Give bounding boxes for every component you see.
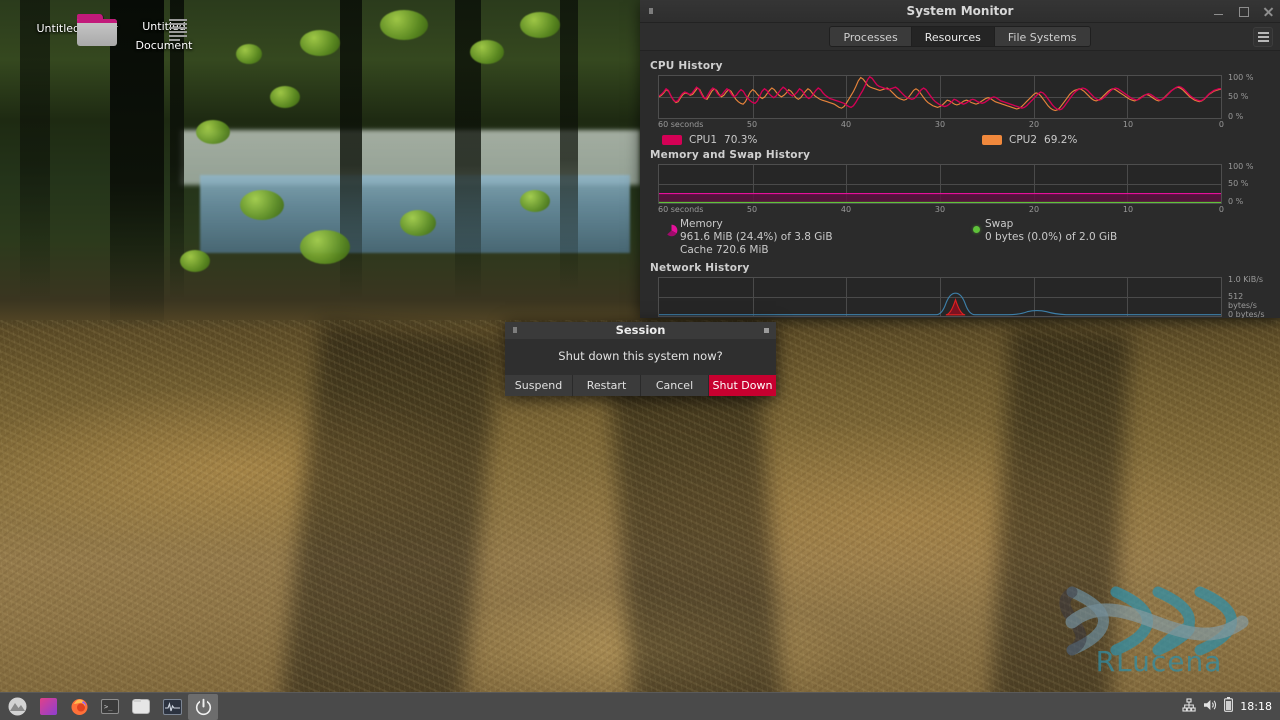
cpu-graph-wrap: 100 % 50 % 0 % (648, 73, 1270, 121)
wallpaper-leaf (270, 86, 300, 108)
session-dialog[interactable]: Session Shut down this system now? Suspe… (505, 322, 776, 396)
session-dialog-title: Session (615, 323, 666, 337)
close-icon[interactable] (1263, 6, 1274, 17)
wallpaper-leaf (300, 230, 350, 264)
memory-history-title: Memory and Swap History (650, 149, 811, 161)
suspend-button[interactable]: Suspend (505, 375, 573, 396)
wallpaper-leaf (400, 210, 436, 236)
cpu-x-axis: 60 seconds 50 40 30 20 10 0 (658, 120, 1224, 129)
cpu2-value: 69.2% (1044, 134, 1078, 146)
hamburger-menu-icon[interactable] (1253, 27, 1273, 47)
cpu1-legend-item[interactable]: CPU1 70.3% (662, 134, 982, 146)
window-toolbar: Processes Resources File Systems (640, 23, 1280, 51)
memory-pie-icon (662, 218, 680, 237)
cpu-history-graph (658, 75, 1222, 119)
cpu2-color-swatch (982, 135, 1002, 145)
memory-graph-wrap: 100 % 50 % 0 % (648, 162, 1270, 206)
wallpaper-leaf (470, 40, 504, 64)
cpu1-value: 70.3% (724, 134, 758, 146)
firefox-icon[interactable] (64, 694, 94, 720)
dialog-menu-icon[interactable] (513, 327, 517, 333)
memory-x-axis: 60 seconds 50 40 30 20 10 0 (658, 205, 1224, 214)
taskbar-tray: 18:18 (1182, 697, 1280, 716)
window-title: System Monitor (906, 4, 1014, 18)
memory-legend: Memory 961.6 MiB (24.4%) of 3.8 GiB Cach… (662, 218, 1270, 257)
cpu-history-title: CPU History (650, 60, 723, 72)
wallpaper-leaf (300, 30, 340, 56)
swap-legend-item[interactable]: Swap 0 bytes (0.0%) of 2.0 GiB (967, 218, 1117, 257)
wallpaper-leaf (520, 190, 550, 212)
cpu2-label: CPU2 (1009, 134, 1038, 146)
memory-label: Memory (680, 218, 723, 230)
workspace-switcher-icon[interactable] (33, 694, 63, 720)
battery-icon[interactable] (1224, 697, 1234, 716)
wallpaper-leaf (520, 12, 560, 38)
shut-down-button[interactable]: Shut Down (709, 375, 776, 396)
network-history-graph (658, 277, 1222, 317)
maximize-icon[interactable] (1238, 6, 1249, 17)
wallpaper-leaf (180, 250, 210, 272)
taskbar: >_ 18:18 (0, 692, 1280, 720)
memory-usage: 961.6 MiB (24.4%) of 3.8 GiB (680, 231, 833, 243)
cpu-plot (659, 76, 1221, 112)
network-graph-wrap: 1.0 KiB/s 512 bytes/s 0 bytes/s (648, 275, 1270, 318)
swap-dot-icon (967, 218, 985, 233)
resources-panel: CPU History 100 % 50 % 0 % 60 seconds 50 (640, 51, 1280, 318)
network-x-axis: 60 seconds 50 40 30 20 10 0 (658, 317, 1222, 318)
wallpaper-leaf (196, 120, 230, 144)
swap-usage: 0 bytes (0.0%) of 2.0 GiB (985, 231, 1118, 243)
memory-history-graph (658, 164, 1222, 204)
wallpaper-leaf (380, 10, 428, 40)
taskbar-launchers: >_ (0, 693, 219, 720)
system-monitor-icon[interactable] (157, 694, 187, 720)
memory-plot (659, 192, 1221, 203)
cancel-button[interactable]: Cancel (641, 375, 709, 396)
cpu-legend: CPU1 70.3% CPU2 69.2% (662, 134, 1270, 146)
taskbar-clock[interactable]: 18:18 (1240, 700, 1272, 713)
wallpaper-trunk (560, 0, 578, 290)
tab-resources[interactable]: Resources (911, 27, 995, 46)
desktop-icon-untitled-folder[interactable]: Untitled Folder (32, 14, 122, 46)
swap-label: Swap (985, 218, 1014, 230)
minimize-icon[interactable] (1213, 6, 1224, 17)
network-plot (659, 292, 1221, 316)
tab-processes[interactable]: Processes (830, 27, 912, 46)
session-dialog-buttons: Suspend Restart Cancel Shut Down (505, 375, 776, 396)
cpu1-color-swatch (662, 135, 682, 145)
network-history-title: Network History (650, 262, 750, 274)
power-icon[interactable] (188, 693, 218, 720)
network-icon[interactable] (1182, 697, 1196, 716)
cpu2-legend-item[interactable]: CPU2 69.2% (982, 134, 1077, 146)
memory-legend-item[interactable]: Memory 961.6 MiB (24.4%) of 3.8 GiB Cach… (662, 218, 967, 257)
wallpaper-leaf (240, 190, 284, 220)
tab-bar: Processes Resources File Systems (829, 26, 1091, 47)
memory-cache: Cache 720.6 MiB (680, 244, 769, 256)
tab-file-systems[interactable]: File Systems (994, 27, 1090, 46)
terminal-icon[interactable]: >_ (95, 694, 125, 720)
session-dialog-titlebar[interactable]: Session (505, 322, 776, 339)
file-manager-icon[interactable] (126, 694, 156, 720)
window-titlebar[interactable]: System Monitor (640, 0, 1280, 23)
restart-button[interactable]: Restart (573, 375, 641, 396)
session-dialog-message: Shut down this system now? (558, 349, 723, 363)
desktop-icon-untitled-document[interactable]: Untitled Document (119, 12, 209, 53)
system-monitor-window[interactable]: System Monitor Processes Resources File … (640, 0, 1280, 318)
cpu1-label: CPU1 (689, 134, 718, 146)
volume-icon[interactable] (1203, 697, 1217, 716)
wallpaper-leaf (236, 44, 262, 64)
wallpaper-trunk (20, 0, 50, 300)
applications-menu-icon[interactable] (2, 694, 32, 720)
dialog-close-icon[interactable] (764, 328, 769, 333)
